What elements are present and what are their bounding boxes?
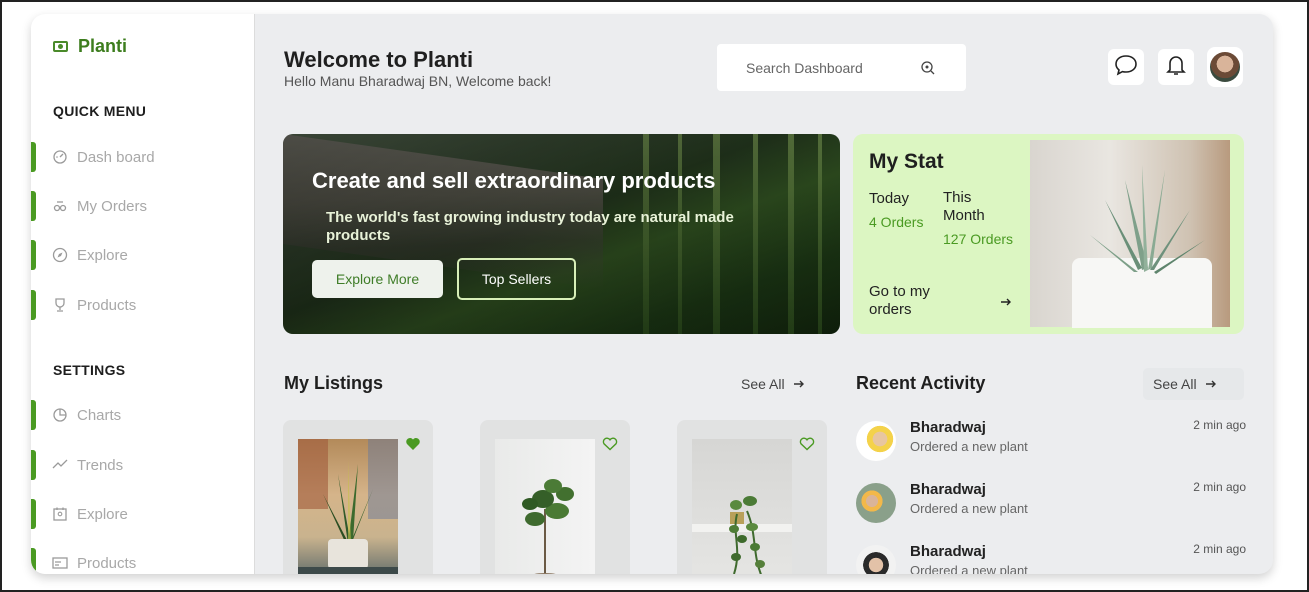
activity-user-name: Bharadwaj xyxy=(910,419,986,436)
sidebar-item-my-orders[interactable]: My Orders xyxy=(31,191,255,221)
sidebar-item-label: Explore xyxy=(77,505,128,523)
bell-icon xyxy=(1166,54,1186,81)
listing-card[interactable] xyxy=(283,420,433,574)
listings-see-all-button[interactable]: See All xyxy=(731,368,815,400)
arrow-right-icon[interactable] xyxy=(1000,294,1012,312)
active-indicator xyxy=(31,499,36,529)
messages-button[interactable] xyxy=(1108,49,1144,85)
active-indicator xyxy=(31,548,36,574)
explore-more-button[interactable]: Explore More xyxy=(312,260,443,298)
arrow-right-icon xyxy=(1205,376,1217,392)
brand[interactable]: Planti xyxy=(53,36,127,57)
hanging-pothos-image xyxy=(692,439,792,574)
listing-card[interactable] xyxy=(480,420,630,574)
activity-see-all-button[interactable]: See All xyxy=(1143,368,1244,400)
sidebar-item-label: Explore xyxy=(77,246,128,264)
user-avatar[interactable] xyxy=(1207,47,1243,87)
sidebar-item-dashboard[interactable]: Dash board xyxy=(31,142,255,172)
sidebar-item-charts[interactable]: Charts xyxy=(31,400,255,430)
activity-description: Ordered a new plant xyxy=(910,563,1028,574)
sidebar-item-label: Products xyxy=(77,554,137,572)
chat-icon xyxy=(1114,54,1138,81)
arrow-right-icon xyxy=(793,376,805,392)
orders-icon xyxy=(52,198,68,214)
activity-timestamp: 2 min ago xyxy=(1193,418,1246,432)
banner-text: The world's fast growing industry today … xyxy=(326,209,734,244)
banner-title: Create and sell extraordinary products xyxy=(312,168,716,193)
sidebar-item-label: Dash board xyxy=(77,148,155,166)
sidebar-item-explore[interactable]: Explore xyxy=(31,240,255,270)
app-container: Planti QUICK MENU Dash board My Orders E… xyxy=(31,14,1273,574)
sidebar-item-products-settings[interactable]: Products xyxy=(31,548,255,574)
my-stat-card: My Stat Today 4 Orders This Month 127 Or… xyxy=(853,134,1244,334)
avatar xyxy=(856,483,896,523)
active-indicator xyxy=(31,191,36,221)
snake-plant-image xyxy=(298,439,398,574)
avatar xyxy=(1210,52,1240,82)
sidebar-item-products[interactable]: Products xyxy=(31,290,255,320)
trend-icon xyxy=(52,457,68,473)
activity-user-name: Bharadwaj xyxy=(910,543,986,560)
dashboard-icon xyxy=(52,149,68,165)
see-all-label: See All xyxy=(741,376,785,392)
activity-timestamp: 2 min ago xyxy=(1193,480,1246,494)
page-subtitle: Hello Manu Bharadwaj BN, Welcome back! xyxy=(284,73,552,89)
activity-item[interactable]: Bharadwaj Ordered a new plant 2 min ago xyxy=(856,541,1246,574)
heart-outline-icon[interactable] xyxy=(799,437,815,456)
see-all-label: See All xyxy=(1153,376,1197,392)
stat-month-value: 127 Orders xyxy=(943,231,1014,247)
active-indicator xyxy=(31,142,36,172)
recent-activity-title: Recent Activity xyxy=(856,373,986,393)
card-icon xyxy=(52,555,68,571)
top-sellers-button[interactable]: Top Sellers xyxy=(457,258,576,300)
heart-filled-icon[interactable] xyxy=(405,437,421,456)
activity-description: Ordered a new plant xyxy=(910,439,1028,454)
activity-user-name: Bharadwaj xyxy=(910,481,986,498)
active-indicator xyxy=(31,240,36,270)
pie-chart-icon xyxy=(52,407,68,423)
calendar-user-icon xyxy=(52,506,68,522)
avatar xyxy=(856,421,896,461)
stat-today-label: Today xyxy=(869,190,910,207)
brand-logo-icon xyxy=(53,41,68,52)
avatar xyxy=(856,545,896,574)
active-indicator xyxy=(31,450,36,480)
activity-description: Ordered a new plant xyxy=(910,501,1028,516)
search-input[interactable] xyxy=(746,59,916,76)
listing-card[interactable] xyxy=(677,420,827,574)
activity-item[interactable]: Bharadwaj Ordered a new plant 2 min ago xyxy=(856,417,1246,461)
sidebar-item-trends[interactable]: Trends xyxy=(31,450,255,480)
trophy-icon xyxy=(52,297,68,313)
sidebar: Planti QUICK MENU Dash board My Orders E… xyxy=(31,14,255,574)
sidebar-item-label: Charts xyxy=(77,406,122,424)
notifications-button[interactable] xyxy=(1158,49,1194,85)
activity-timestamp: 2 min ago xyxy=(1193,542,1246,556)
fiddle-leaf-fig-image xyxy=(495,439,595,574)
compass-icon xyxy=(52,247,68,263)
quick-menu-title: QUICK MENU xyxy=(53,103,147,119)
promo-banner: Create and sell extraordinary products T… xyxy=(283,134,840,334)
aloe-plant-image xyxy=(1030,140,1230,328)
stat-today-value: 4 Orders xyxy=(869,214,924,230)
page-title: Welcome to Planti xyxy=(284,47,474,72)
heart-outline-icon[interactable] xyxy=(602,437,618,456)
sidebar-item-explore-settings[interactable]: Explore xyxy=(31,499,255,529)
stat-title: My Stat xyxy=(869,150,944,173)
sidebar-item-label: Trends xyxy=(77,456,124,474)
go-to-orders-link[interactable]: Go to my orders xyxy=(869,283,969,319)
my-listings-title: My Listings xyxy=(284,373,384,393)
stat-month-label: This Month xyxy=(943,189,985,224)
settings-title: SETTINGS xyxy=(53,362,126,378)
search-box xyxy=(717,44,966,91)
activity-item[interactable]: Bharadwaj Ordered a new plant 2 min ago xyxy=(856,479,1246,523)
search-icon[interactable] xyxy=(920,60,936,76)
brand-name: Planti xyxy=(78,36,128,56)
sidebar-item-label: My Orders xyxy=(77,197,148,215)
sidebar-item-label: Products xyxy=(77,296,137,314)
active-indicator xyxy=(31,400,36,430)
active-indicator xyxy=(31,290,36,320)
